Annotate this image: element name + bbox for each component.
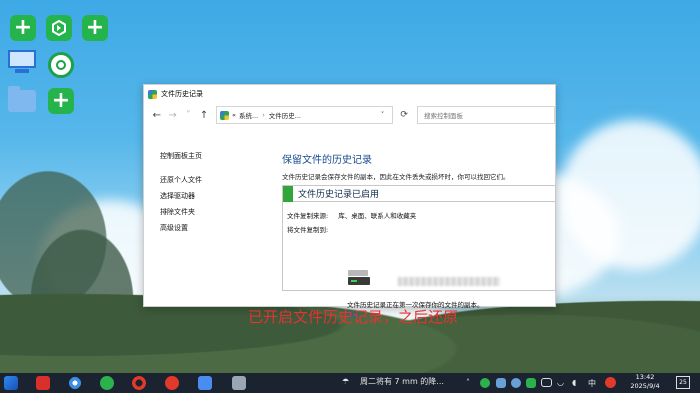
search-placeholder: 搜索控制面板 (424, 112, 464, 120)
start-icon[interactable] (4, 376, 18, 390)
sidebar-item-restore-files[interactable]: 还原个人文件 (160, 172, 202, 188)
status-panel: 文件历史记录已启用 文件复制来源: 库、桌面、联系人和收藏夹 将文件复制到: 文… (282, 185, 556, 319)
breadcrumb-separator: › (262, 111, 265, 119)
recent-dropdown-icon[interactable]: ˅ (181, 110, 197, 121)
wechat-icon[interactable] (100, 376, 114, 390)
volume-icon[interactable]: ◖ (572, 378, 576, 387)
cloud-tray-icon[interactable] (511, 378, 521, 388)
page-title: 保留文件的历史记录 (282, 155, 372, 166)
notes-app-icon[interactable] (198, 376, 212, 390)
desktop-app-icon[interactable]: + (10, 15, 36, 41)
chevron-down-icon[interactable]: ˅ (381, 111, 385, 119)
desktop-app-icon[interactable] (48, 52, 74, 78)
refresh-icon[interactable]: ⟳ (395, 106, 414, 124)
cloud (560, 120, 700, 270)
sidebar: 控制面板主页 还原个人文件 选择驱动器 排除文件夹 高级设置 (160, 148, 202, 236)
main-content: 保留文件的历史记录 文件历史记录会保存文件的副本，因此在文件丢失或损坏时，你可以… (282, 151, 557, 319)
b-logo-icon (52, 19, 66, 37)
breadcrumb-system[interactable]: 系统... (239, 110, 258, 120)
tray-app-icon[interactable] (526, 378, 536, 388)
sidebar-item-advanced-settings[interactable]: 高级设置 (160, 220, 202, 236)
sidebar-item-exclude-folders[interactable]: 排除文件夹 (160, 204, 202, 220)
desktop-app-icon[interactable]: + (48, 88, 74, 114)
copy-from-label: 文件复制来源: (287, 212, 329, 220)
plus-icon: + (13, 15, 33, 40)
page-description: 文件历史记录会保存文件的副本，因此在文件丢失或损坏时，你可以找回它们。 (282, 173, 510, 181)
notification-badge[interactable]: 25 (676, 376, 690, 389)
copy-to-label: 将文件复制到: (287, 226, 329, 234)
control-panel-icon (220, 110, 229, 120)
ime-indicator[interactable]: 中 (588, 378, 596, 389)
date: 2025/9/4 (630, 382, 660, 390)
time: 13:42 (635, 373, 655, 381)
up-arrow-icon[interactable]: ↑ (196, 110, 212, 121)
search-input[interactable]: 搜索控制面板 (417, 106, 555, 124)
panel-title: 文件历史记录已启用 (298, 190, 380, 200)
weather-icon[interactable]: ☂ (342, 377, 349, 386)
window-title: 文件历史记录 (161, 90, 203, 98)
desktop-app-icon[interactable] (46, 15, 72, 41)
plus-icon: + (85, 15, 105, 40)
folder-icon[interactable] (8, 86, 36, 112)
netease-music-icon[interactable] (165, 376, 179, 390)
weather-text[interactable]: 周二将有 7 mm 的降... (360, 376, 444, 387)
plus-icon: + (51, 88, 71, 113)
p-logo-icon (56, 60, 66, 70)
sidebar-item-select-drive[interactable]: 选择驱动器 (160, 188, 202, 204)
redacted-drive-name (398, 277, 500, 286)
address-bar[interactable]: « 系统... › 文件历史... ˅ (216, 106, 394, 124)
panel-header: 文件历史记录已启用 (283, 185, 555, 202)
this-pc-icon[interactable] (8, 50, 36, 74)
chevron-up-icon[interactable]: ˄ (466, 378, 470, 387)
status-bar-indicator (283, 185, 293, 202)
wechat-tray-icon[interactable] (480, 378, 490, 388)
browser-icon[interactable] (68, 376, 82, 390)
copy-from-row: 文件复制来源: 库、桌面、联系人和收藏夹 (287, 210, 555, 220)
breadcrumb-overflow[interactable]: « (232, 111, 236, 119)
drive-icon (348, 270, 370, 286)
app-icon-red[interactable] (132, 376, 146, 390)
sogou-ime-icon[interactable] (605, 377, 616, 388)
copy-from-value: 库、桌面、联系人和收藏夹 (338, 212, 417, 220)
battery-icon[interactable] (541, 378, 552, 387)
annotation-caption: 已开启文件历史记录，之后还原 (248, 308, 459, 326)
control-panel-icon (148, 89, 157, 99)
back-arrow-icon[interactable]: ← (149, 110, 165, 121)
desktop-app-icon[interactable]: + (82, 15, 108, 41)
clock[interactable]: 13:42 2025/9/4 (626, 373, 664, 391)
wps-icon[interactable] (36, 376, 50, 390)
taskbar: ☂ 周二将有 7 mm 的降... ˄ ◡ ◖ 中 13:42 2025/9/4… (0, 373, 700, 393)
copy-to-row: 将文件复制到: (287, 224, 555, 234)
breadcrumb-file-history[interactable]: 文件历史... (269, 110, 301, 120)
tray-app-icon[interactable] (496, 378, 506, 388)
sidebar-item-control-panel-home[interactable]: 控制面板主页 (160, 148, 202, 164)
title-bar[interactable]: 文件历史记录 (144, 85, 555, 103)
file-history-window: 文件历史记录 ← → ˅ ↑ « 系统... › 文件历史... ˅ ⟳ 搜索控… (143, 84, 557, 319)
forward-arrow-icon[interactable]: → (165, 110, 181, 121)
wifi-icon[interactable]: ◡ (557, 378, 564, 387)
control-panel-taskbar-icon[interactable] (232, 376, 246, 390)
navigation-bar: ← → ˅ ↑ « 系统... › 文件历史... ˅ ⟳ 搜索控制面板 (144, 103, 555, 127)
